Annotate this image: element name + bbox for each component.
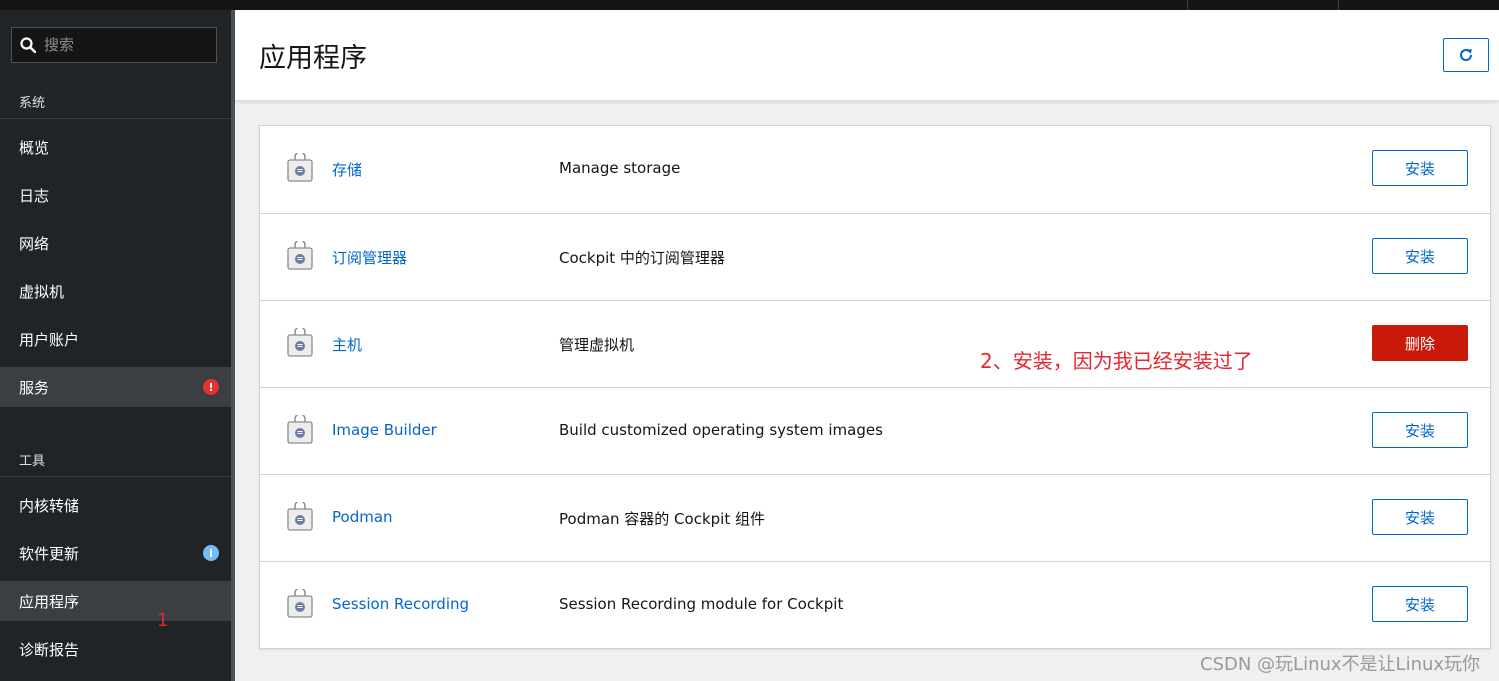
application-description: Podman 容器的 Cockpit 组件 <box>559 510 765 528</box>
sidebar-item-label: 网络 <box>19 234 50 253</box>
top-bar <box>0 0 1499 10</box>
application-name-link[interactable]: Podman <box>332 508 393 526</box>
sidebar-item-accounts[interactable]: 用户账户 <box>0 319 231 359</box>
watermark: CSDN @玩Linux不是让Linux玩你 <box>1200 654 1481 675</box>
application-name-link[interactable]: Session Recording <box>332 595 469 613</box>
application-description: Cockpit 中的订阅管理器 <box>559 249 725 267</box>
page-title: 应用程序 <box>259 43 367 74</box>
package-icon <box>287 502 313 531</box>
sidebar-item-label: 日志 <box>19 186 50 205</box>
sidebar-item-logs[interactable]: 日志 <box>0 175 231 215</box>
application-description: Build customized operating system images <box>559 421 883 439</box>
package-icon <box>287 415 313 444</box>
application-name-link[interactable]: Image Builder <box>332 421 437 439</box>
search-input[interactable] <box>42 35 206 55</box>
application-row: Session Recording Session Recording modu… <box>260 561 1490 648</box>
application-name-link[interactable]: 订阅管理器 <box>332 247 407 268</box>
sidebar-item-kernel-dump[interactable]: 内核转储 <box>0 485 231 525</box>
application-list: 存储 Manage storage 安装 订阅管理器 Cockpit 中的订阅管… <box>259 125 1491 649</box>
install-button[interactable]: 安装 <box>1372 412 1468 448</box>
package-icon <box>287 153 313 182</box>
application-row: 订阅管理器 Cockpit 中的订阅管理器 安装 <box>260 213 1490 300</box>
sidebar: 系统 概览 日志 网络 虚拟机 用户账户 服务 ! 工具 内核转储 软件更新 i… <box>0 10 231 681</box>
install-button[interactable]: 安装 <box>1372 499 1468 535</box>
sidebar-item-label: 诊断报告 <box>19 640 80 659</box>
section-divider <box>0 476 231 477</box>
package-icon <box>287 328 313 357</box>
install-button[interactable]: 安装 <box>1372 586 1468 622</box>
application-row: 主机 管理虚拟机 删除 <box>260 300 1490 387</box>
sidebar-item-label: 应用程序 <box>19 592 80 611</box>
refresh-button[interactable] <box>1443 38 1489 72</box>
sidebar-scrollbar[interactable] <box>231 10 235 681</box>
application-name-link[interactable]: 主机 <box>332 334 362 355</box>
remove-button[interactable]: 删除 <box>1372 325 1468 361</box>
sidebar-item-services[interactable]: 服务 ! <box>0 367 231 407</box>
section-title-tools: 工具 <box>19 454 46 469</box>
sidebar-item-applications[interactable]: 应用程序 <box>0 581 231 621</box>
package-icon <box>287 241 313 270</box>
package-icon <box>287 589 313 618</box>
annotation-step-1: 1 <box>157 610 169 631</box>
sidebar-item-virtual-machines[interactable]: 虚拟机 <box>0 271 231 311</box>
annotation-step-2: 2、安装，因为我已经安装过了 <box>980 349 1253 373</box>
application-row: 存储 Manage storage 安装 <box>260 126 1490 213</box>
refresh-icon <box>1460 49 1473 61</box>
application-row: Image Builder Build customized operating… <box>260 387 1490 474</box>
section-title-system: 系统 <box>19 96 46 111</box>
error-badge-icon: ! <box>203 379 219 395</box>
application-description: 管理虚拟机 <box>559 336 635 354</box>
sidebar-item-networking[interactable]: 网络 <box>0 223 231 263</box>
sidebar-item-label: 内核转储 <box>19 496 80 515</box>
page-header: 应用程序 <box>235 10 1499 100</box>
section-divider <box>0 118 231 119</box>
sidebar-item-overview[interactable]: 概览 <box>0 127 231 167</box>
search-box[interactable] <box>11 27 217 63</box>
sidebar-item-label: 服务 <box>19 378 50 397</box>
info-badge-icon: i <box>203 545 219 561</box>
top-bar-divider <box>1187 0 1188 10</box>
top-bar-divider <box>1338 0 1339 10</box>
application-description: Session Recording module for Cockpit <box>559 595 844 613</box>
install-button[interactable]: 安装 <box>1372 238 1468 274</box>
application-description: Manage storage <box>559 159 681 177</box>
sidebar-item-diagnostic-reports[interactable]: 诊断报告 <box>0 629 231 669</box>
search-icon <box>20 37 36 53</box>
install-button[interactable]: 安装 <box>1372 150 1468 186</box>
sidebar-item-label: 用户账户 <box>19 330 80 349</box>
sidebar-item-label: 虚拟机 <box>19 282 65 301</box>
sidebar-item-label: 概览 <box>19 138 50 157</box>
sidebar-item-label: 软件更新 <box>19 544 80 563</box>
sidebar-item-software-updates[interactable]: 软件更新 i <box>0 533 231 573</box>
application-name-link[interactable]: 存储 <box>332 159 362 180</box>
application-row: Podman Podman 容器的 Cockpit 组件 安装 <box>260 474 1490 561</box>
